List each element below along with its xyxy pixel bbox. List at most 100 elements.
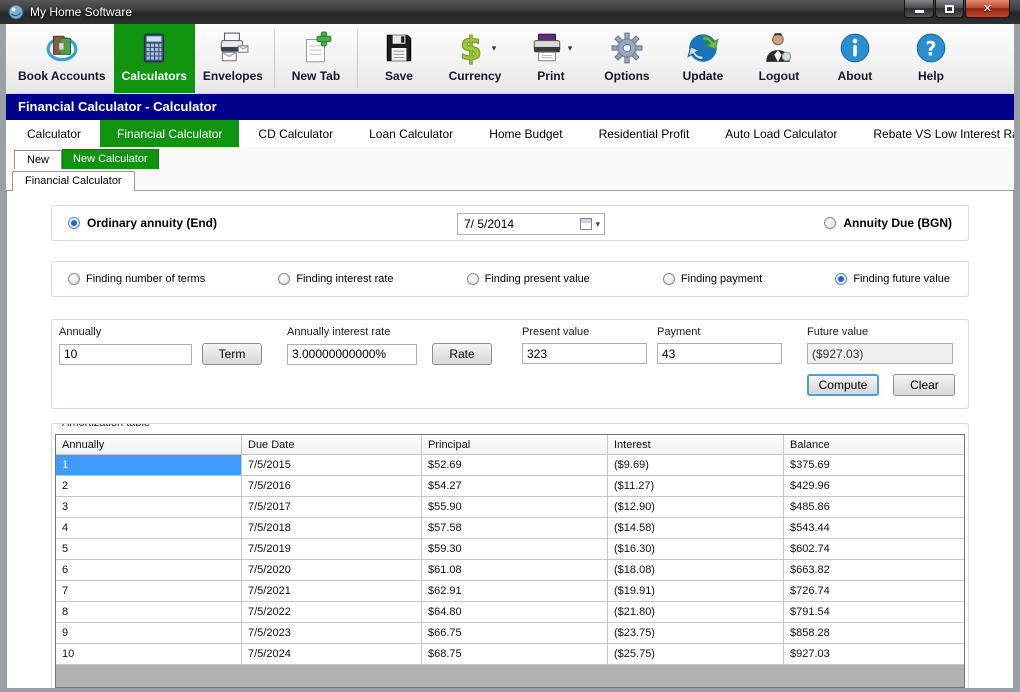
table-row[interactable]: 47/5/2018$57.58($14.58)$543.44: [56, 518, 964, 539]
table-cell[interactable]: ($19.91): [608, 581, 784, 601]
table-cell[interactable]: $858.28: [784, 623, 964, 643]
table-cell[interactable]: $663.82: [784, 560, 964, 580]
radio-icon[interactable]: [278, 273, 290, 285]
table-cell[interactable]: $62.91: [422, 581, 608, 601]
finding-option-finding-present-value[interactable]: Finding present value: [467, 273, 590, 285]
table-cell[interactable]: 4: [56, 518, 242, 538]
chevron-down-icon[interactable]: ▾: [492, 43, 497, 54]
tab-auto-load-calculator[interactable]: Auto Load Calculator: [708, 120, 854, 147]
table-cell[interactable]: ($25.75): [608, 644, 784, 664]
table-cell[interactable]: 7/5/2023: [242, 623, 422, 643]
future-value-input[interactable]: [807, 343, 953, 364]
tab-home-budget[interactable]: Home Budget: [472, 120, 579, 147]
table-cell[interactable]: 7/5/2016: [242, 476, 422, 496]
column-header-principal[interactable]: Principal: [422, 435, 608, 454]
finding-option-finding-payment[interactable]: Finding payment: [663, 273, 762, 285]
table-cell[interactable]: ($23.75): [608, 623, 784, 643]
toolbar-button-book-accounts[interactable]: Book Accounts: [10, 24, 114, 93]
table-cell[interactable]: $61.08: [422, 560, 608, 580]
table-cell[interactable]: 2: [56, 476, 242, 496]
table-cell[interactable]: $54.27: [422, 476, 608, 496]
table-cell[interactable]: 7/5/2019: [242, 539, 422, 559]
payment-input[interactable]: [657, 343, 782, 364]
minimize-button[interactable]: [904, 0, 934, 18]
table-cell[interactable]: $429.96: [784, 476, 964, 496]
table-cell[interactable]: 7: [56, 581, 242, 601]
table-row[interactable]: 87/5/2022$64.80($21.80)$791.54: [56, 602, 964, 623]
table-row[interactable]: 67/5/2020$61.08($18.08)$663.82: [56, 560, 964, 581]
table-cell[interactable]: $52.69: [422, 455, 608, 475]
toolbar-button-print[interactable]: ▾Print: [513, 24, 589, 93]
toolbar-button-about[interactable]: About: [817, 24, 893, 93]
toolbar-button-logout[interactable]: Logout: [741, 24, 817, 93]
column-header-interest[interactable]: Interest: [608, 435, 784, 454]
toolbar-button-new-tab[interactable]: New Tab: [278, 24, 354, 93]
table-cell[interactable]: 10: [56, 644, 242, 664]
present-value-input[interactable]: [522, 343, 647, 364]
table-cell[interactable]: ($14.58): [608, 518, 784, 538]
toolbar-button-envelopes[interactable]: Envelopes: [195, 24, 271, 93]
table-cell[interactable]: 9: [56, 623, 242, 643]
toolbar-button-help[interactable]: ?Help: [893, 24, 969, 93]
finding-option-finding-interest-rate[interactable]: Finding interest rate: [278, 273, 393, 285]
term-button[interactable]: Term: [202, 343, 262, 365]
term-input[interactable]: [59, 344, 192, 365]
table-row[interactable]: 17/5/2015$52.69($9.69)$375.69: [56, 455, 964, 476]
tab-rebate-vs-low-interest-rate[interactable]: Rebate VS Low Interest Rate: [856, 120, 1020, 147]
table-cell[interactable]: 8: [56, 602, 242, 622]
table-cell[interactable]: 1: [56, 455, 242, 475]
rate-button[interactable]: Rate: [432, 343, 492, 365]
table-cell[interactable]: 7/5/2015: [242, 455, 422, 475]
tab-financial-calculator[interactable]: Financial Calculator: [100, 120, 239, 147]
tab-new[interactable]: New: [14, 150, 62, 169]
toolbar-button-options[interactable]: Options: [589, 24, 665, 93]
table-cell[interactable]: $485.86: [784, 497, 964, 517]
table-cell[interactable]: $375.69: [784, 455, 964, 475]
table-cell[interactable]: $927.03: [784, 644, 964, 664]
table-cell[interactable]: 7/5/2022: [242, 602, 422, 622]
date-picker-controls[interactable]: ▾: [580, 218, 604, 230]
finding-option-finding-future-value[interactable]: Finding future value: [835, 273, 950, 285]
table-cell[interactable]: 3: [56, 497, 242, 517]
toolbar-button-calculators[interactable]: Calculators: [114, 24, 195, 93]
table-cell[interactable]: $68.75: [422, 644, 608, 664]
toolbar-button-save[interactable]: Save: [361, 24, 437, 93]
tab-cd-calculator[interactable]: CD Calculator: [241, 120, 350, 147]
table-cell[interactable]: 7/5/2017: [242, 497, 422, 517]
table-cell[interactable]: 7/5/2024: [242, 644, 422, 664]
tab-calculator[interactable]: Calculator: [10, 120, 98, 147]
finding-option-finding-number-of-terms[interactable]: Finding number of terms: [68, 273, 205, 285]
rate-input[interactable]: [287, 344, 417, 365]
table-cell[interactable]: $55.90: [422, 497, 608, 517]
table-cell[interactable]: $791.54: [784, 602, 964, 622]
tab-loan-calculator[interactable]: Loan Calculator: [352, 120, 470, 147]
table-row[interactable]: 77/5/2021$62.91($19.91)$726.74: [56, 581, 964, 602]
table-cell[interactable]: ($9.69): [608, 455, 784, 475]
table-row[interactable]: 57/5/2019$59.30($16.30)$602.74: [56, 539, 964, 560]
table-cell[interactable]: $602.74: [784, 539, 964, 559]
table-cell[interactable]: 7/5/2018: [242, 518, 422, 538]
table-cell[interactable]: ($18.08): [608, 560, 784, 580]
column-header-annually[interactable]: Annually: [56, 435, 242, 454]
radio-icon[interactable]: [68, 273, 80, 285]
table-cell[interactable]: ($12.90): [608, 497, 784, 517]
table-row[interactable]: 97/5/2023$66.75($23.75)$858.28: [56, 623, 964, 644]
table-cell[interactable]: 6: [56, 560, 242, 580]
radio-icon[interactable]: [467, 273, 479, 285]
maximize-button[interactable]: [935, 0, 964, 18]
tab-residential-profit[interactable]: Residential Profit: [582, 120, 707, 147]
tab-new-calculator[interactable]: New Calculator: [62, 149, 159, 169]
table-cell[interactable]: ($16.30): [608, 539, 784, 559]
toolbar-button-update[interactable]: Update: [665, 24, 741, 93]
table-cell[interactable]: 5: [56, 539, 242, 559]
table-cell[interactable]: $66.75: [422, 623, 608, 643]
chevron-down-icon[interactable]: ▾: [568, 43, 573, 54]
table-row[interactable]: 107/5/2024$68.75($25.75)$927.03: [56, 644, 964, 665]
radio-icon[interactable]: [835, 273, 847, 285]
annuity-due-radio[interactable]: [824, 217, 836, 229]
date-picker[interactable]: 7/ 5/2014 ▾: [457, 213, 605, 235]
table-cell[interactable]: $543.44: [784, 518, 964, 538]
column-header-due-date[interactable]: Due Date: [242, 435, 422, 454]
table-cell[interactable]: $726.74: [784, 581, 964, 601]
clear-button[interactable]: Clear: [893, 374, 955, 396]
